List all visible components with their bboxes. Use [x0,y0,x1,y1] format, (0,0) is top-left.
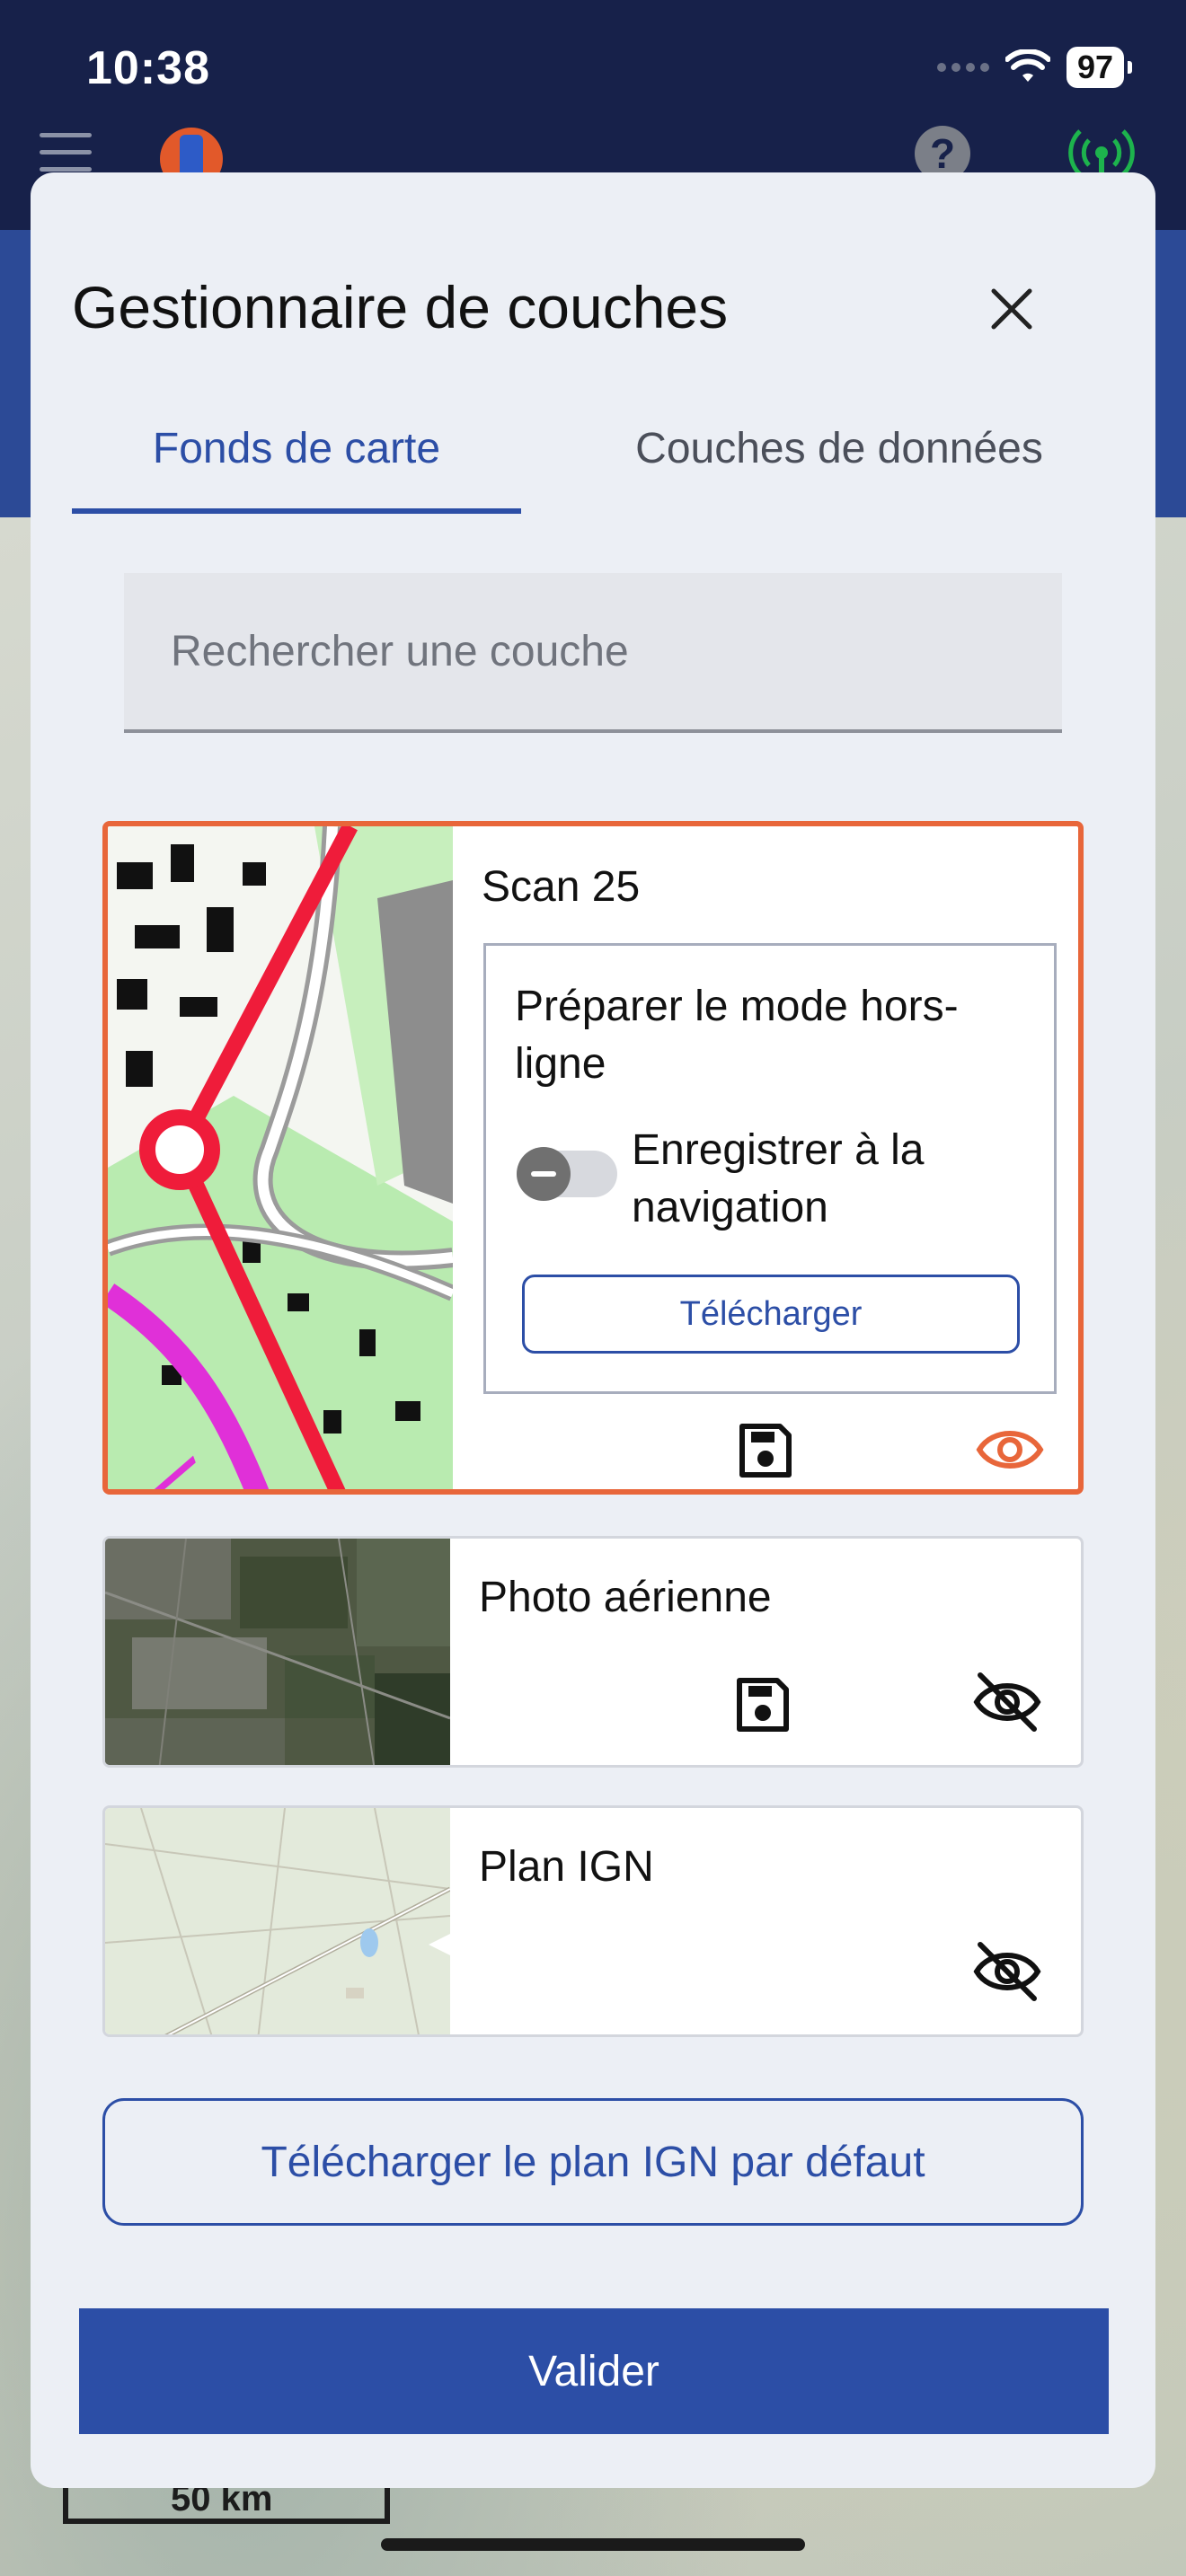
search-field [124,573,1062,733]
visibility-toggle[interactable] [976,1416,1044,1484]
battery-tip [1128,61,1132,74]
layer-name: Scan 25 [482,863,641,911]
battery-indicator: 97 [1066,47,1124,88]
offline-mode-panel: Préparer le mode hors-ligne Enregistrer … [483,943,1057,1394]
visibility-toggle[interactable] [973,1668,1041,1736]
scan-25-thumbnail: Vo [108,826,453,1489]
save-icon [739,1424,792,1478]
plan-ign-thumbnail [105,1808,450,2034]
save-on-navigation-label: Enregistrer à la navigation [632,1126,925,1231]
layer-name: Plan IGN [479,1843,654,1891]
status-indicators: 97 [936,47,1132,88]
eye-icon [976,1431,1044,1469]
status-time: 10:38 [86,42,210,94]
menu-icon[interactable] [40,133,92,172]
wifi-icon [1005,49,1050,82]
offline-mode-title: Préparer le mode hors-ligne [515,983,959,1088]
close-button[interactable] [976,273,1048,345]
tab-fonds-de-carte[interactable]: Fonds de carte [72,424,521,514]
eye-off-icon [973,1672,1041,1732]
tab-couches-de-donnees[interactable]: Couches de données [561,424,1118,514]
visibility-toggle[interactable] [973,1937,1041,2006]
save-button[interactable] [733,1419,796,1482]
eye-off-icon [973,1942,1041,2001]
download-default-plan-button[interactable]: Télécharger le plan IGN par défaut [102,2098,1084,2226]
layer-card-plan-ign[interactable]: Plan IGN [102,1805,1084,2037]
cellular-icon [936,63,989,72]
toggle-knob [517,1147,571,1201]
save-on-navigation-toggle[interactable] [517,1147,617,1201]
photo-aerienne-thumbnail [105,1539,450,1765]
layer-manager-modal: Gestionnaire de couches Fonds de carte C… [31,172,1155,2488]
save-icon [737,1678,789,1732]
layer-name: Photo aérienne [479,1574,772,1621]
search-input[interactable] [124,573,1062,729]
modal-title: Gestionnaire de couches [72,274,729,340]
download-button[interactable]: Télécharger [522,1275,1020,1354]
validate-button[interactable]: Valider [79,2308,1109,2434]
home-indicator[interactable] [381,2538,805,2551]
layer-card-photo-aerienne[interactable]: Photo aérienne [102,1536,1084,1768]
save-button[interactable] [730,1673,793,1736]
layer-card-scan-25[interactable]: Vo Scan 25 Préparer le mode hors-ligne E… [102,821,1084,1495]
close-icon [991,288,1032,330]
